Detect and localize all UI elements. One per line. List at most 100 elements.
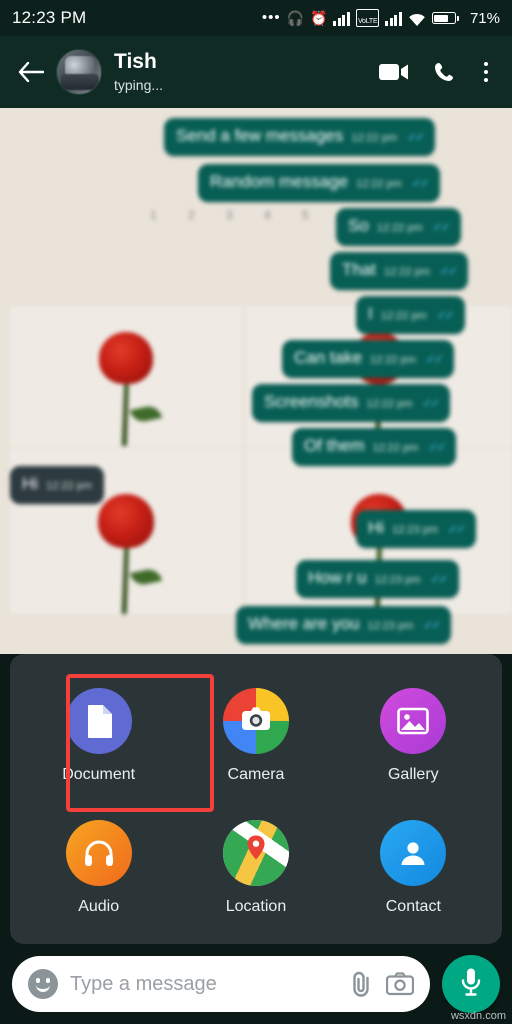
phone-screen: 12:23 PM ••• 🎧 ⏰ VoLTE 71% Tish typing..… bbox=[0, 0, 512, 1024]
attachment-option-gallery[interactable]: Gallery bbox=[335, 670, 492, 802]
message-time: 12:22 pm bbox=[376, 222, 423, 234]
read-receipt-icon: ✓✓ bbox=[432, 220, 451, 234]
message-time: 12:22 pm bbox=[370, 354, 416, 366]
wifi-icon bbox=[408, 9, 426, 27]
message-bubble[interactable]: How r u 12:23 pm ✓✓ bbox=[296, 560, 459, 598]
avatar[interactable] bbox=[56, 49, 102, 95]
read-receipt-icon: ✓✓ bbox=[411, 176, 430, 190]
message-text: Of them bbox=[304, 436, 365, 455]
message-bubble[interactable]: Of them 12:22 pm ✓✓ bbox=[292, 428, 457, 466]
message-composer: Type a message bbox=[0, 944, 512, 1024]
alarm-icon: ⏰ bbox=[310, 10, 328, 26]
message-time: 12:22 pm bbox=[366, 398, 413, 410]
contact-person-icon bbox=[380, 820, 447, 886]
message-bubble[interactable]: So 12:22 pm ✓✓ bbox=[336, 208, 461, 246]
attachment-label: Gallery bbox=[387, 766, 439, 783]
message-bubble[interactable]: Where are you 12:23 pm ✓✓ bbox=[236, 606, 452, 644]
attachment-label: Audio bbox=[78, 898, 120, 915]
attachment-option-contact[interactable]: Contact bbox=[335, 802, 492, 934]
chat-app-bar: Tish typing... bbox=[0, 36, 512, 108]
message-text: Send a few messages bbox=[176, 126, 344, 145]
phone-call-icon[interactable] bbox=[432, 60, 456, 84]
camera-icon bbox=[222, 688, 289, 754]
paperclip-icon[interactable] bbox=[348, 970, 374, 998]
chat-title-block[interactable]: Tish typing... bbox=[114, 50, 163, 94]
more-options-icon[interactable] bbox=[478, 58, 494, 86]
attachment-option-camera[interactable]: Camera bbox=[177, 670, 334, 802]
gallery-icon bbox=[380, 688, 447, 754]
attachment-option-document[interactable]: Document bbox=[20, 670, 177, 802]
message-time: 12:22 pm bbox=[380, 310, 427, 322]
more-dots-icon: ••• bbox=[261, 9, 281, 26]
emoji-icon[interactable] bbox=[28, 969, 58, 999]
attachment-sheet: Document Camera Gallery Audio Location C… bbox=[10, 654, 502, 944]
microphone-icon bbox=[459, 967, 483, 1002]
message-text: Screenshots bbox=[264, 392, 359, 411]
app-bar-actions bbox=[378, 58, 498, 86]
message-text: Hi bbox=[368, 518, 385, 537]
contact-name: Tish bbox=[114, 50, 157, 73]
photo-thumbnail[interactable] bbox=[10, 306, 242, 446]
message-bubble[interactable]: Random message 12:22 pm ✓✓ bbox=[198, 164, 440, 202]
message-text: How r u bbox=[308, 568, 367, 587]
status-bar: 12:23 PM ••• 🎧 ⏰ VoLTE 71% bbox=[0, 0, 512, 36]
message-bubble[interactable]: Send a few messages 12:22 pm ✓✓ bbox=[164, 118, 436, 156]
contact-status: typing... bbox=[114, 77, 164, 93]
location-pin-icon bbox=[222, 820, 289, 886]
message-bubble[interactable]: Hi 12:22 pm bbox=[10, 466, 104, 504]
headphone-icon: 🎧 bbox=[286, 10, 305, 26]
message-bubble[interactable]: Can take 12:22 pm ✓✓ bbox=[282, 340, 455, 378]
message-time: 12:22 pm bbox=[384, 266, 430, 278]
status-icons: ••• 🎧 ⏰ VoLTE 71% bbox=[262, 9, 500, 27]
watermark: wsxdn.com bbox=[450, 1010, 506, 1022]
message-text: So bbox=[348, 216, 369, 235]
attachment-label: Contact bbox=[385, 898, 441, 915]
back-arrow-icon[interactable] bbox=[14, 55, 48, 89]
signal-bars-icon bbox=[333, 11, 350, 26]
read-receipt-icon: ✓✓ bbox=[423, 618, 441, 632]
read-receipt-icon: ✓✓ bbox=[430, 572, 448, 586]
chat-blur-layer: 1 2 3 4 5 6 7 Send a few messages 12:22 … bbox=[0, 108, 512, 654]
message-bubble[interactable]: Screenshots 12:22 pm ✓✓ bbox=[252, 384, 451, 422]
battery-percent: 71% bbox=[469, 9, 500, 27]
camera-icon[interactable] bbox=[386, 972, 414, 996]
read-receipt-icon: ✓✓ bbox=[428, 440, 446, 454]
message-bubble[interactable]: I 12:22 pm ✓✓ bbox=[356, 296, 465, 334]
read-receipt-icon: ✓✓ bbox=[407, 130, 425, 144]
attachment-label: Camera bbox=[227, 766, 285, 783]
message-time: 12:22 pm bbox=[355, 178, 402, 190]
message-time: 12:22 pm bbox=[351, 132, 398, 144]
attachment-label: Document bbox=[62, 766, 136, 783]
attachment-option-location[interactable]: Location bbox=[177, 802, 334, 934]
message-text: Where are you bbox=[248, 614, 360, 633]
message-text: I bbox=[368, 304, 373, 323]
read-receipt-icon: ✓✓ bbox=[425, 352, 444, 366]
headphones-icon bbox=[65, 820, 132, 886]
read-receipt-icon: ✓✓ bbox=[422, 396, 440, 410]
status-time: 12:23 PM bbox=[12, 8, 87, 27]
message-bubble[interactable]: That 12:22 pm ✓✓ bbox=[330, 252, 469, 290]
message-text: That bbox=[342, 260, 377, 279]
read-receipt-icon: ✓✓ bbox=[439, 264, 458, 278]
message-input-pill[interactable]: Type a message bbox=[12, 956, 430, 1012]
read-receipt-icon: ✓✓ bbox=[447, 522, 466, 536]
document-icon bbox=[65, 688, 132, 754]
chat-messages-area[interactable]: 1 2 3 4 5 6 7 Send a few messages 12:22 … bbox=[0, 108, 512, 654]
message-bubble[interactable]: Hi 12:23 pm ✓✓ bbox=[356, 510, 477, 548]
attachment-grid: Document Camera Gallery Audio Location C… bbox=[20, 670, 492, 934]
video-call-icon[interactable] bbox=[378, 61, 410, 83]
attachment-option-audio[interactable]: Audio bbox=[20, 802, 177, 934]
read-receipt-icon: ✓✓ bbox=[436, 308, 455, 322]
message-text: Random message bbox=[210, 172, 348, 191]
message-time: 12:23 pm bbox=[392, 524, 438, 536]
volte-icon: VoLTE bbox=[355, 9, 380, 27]
message-time: 12:23 pm bbox=[367, 620, 414, 632]
message-text: Can take bbox=[294, 348, 363, 367]
attachment-label: Location bbox=[225, 898, 287, 915]
signal-bars-icon-2 bbox=[385, 11, 402, 26]
microphone-button[interactable] bbox=[442, 955, 500, 1013]
message-input[interactable]: Type a message bbox=[70, 973, 336, 996]
message-time: 12:22 pm bbox=[46, 480, 92, 492]
message-time: 12:23 pm bbox=[374, 574, 421, 586]
message-text: Hi bbox=[22, 474, 39, 493]
